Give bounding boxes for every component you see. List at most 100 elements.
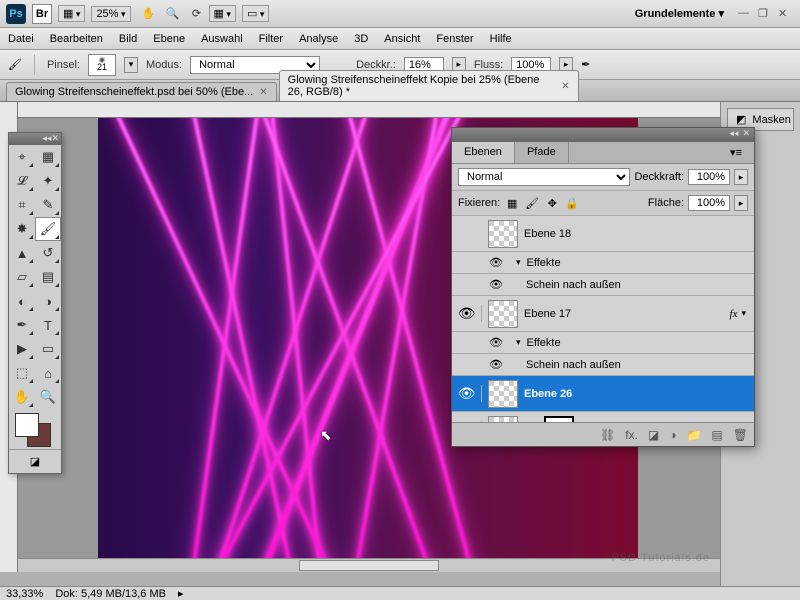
layer-row[interactable]: Ebene 18 bbox=[452, 216, 754, 252]
crop-tool[interactable]: ⌗ bbox=[9, 193, 35, 217]
link-layers-icon[interactable]: ⛓ bbox=[600, 428, 615, 442]
layer-group-icon[interactable]: 📁 bbox=[686, 428, 701, 442]
close-icon[interactable]: ✕ bbox=[259, 87, 267, 98]
menu-3d[interactable]: 3D bbox=[354, 33, 368, 45]
fill-input[interactable] bbox=[688, 195, 730, 211]
pen-tool[interactable]: ✒ bbox=[9, 313, 35, 337]
view-extras-dropdown[interactable]: ▦ bbox=[58, 5, 85, 22]
foreground-color-swatch[interactable] bbox=[15, 413, 39, 437]
menu-help[interactable]: Hilfe bbox=[490, 33, 512, 45]
bridge-icon[interactable]: Br bbox=[32, 4, 52, 24]
menu-select[interactable]: Auswahl bbox=[201, 33, 243, 45]
menu-layer[interactable]: Ebene bbox=[153, 33, 185, 45]
zoom-tool[interactable]: 🔍 bbox=[35, 385, 61, 409]
layer-blend-mode-select[interactable]: Normal bbox=[458, 168, 630, 186]
eraser-tool[interactable]: ▱ bbox=[9, 265, 35, 289]
fx-disclosure-icon[interactable]: ▾ bbox=[741, 308, 746, 319]
menu-analysis[interactable]: Analyse bbox=[299, 33, 338, 45]
layer-opacity-arrow[interactable]: ▸ bbox=[734, 169, 748, 185]
minimize-button[interactable]: — bbox=[738, 7, 754, 21]
delete-layer-icon[interactable]: 🗑 bbox=[733, 428, 748, 442]
move-tool[interactable]: ⌖ bbox=[9, 145, 35, 169]
layers-tab[interactable]: Ebenen bbox=[452, 142, 515, 163]
layer-name[interactable]: Ebene 18 bbox=[524, 228, 754, 240]
visibility-icon[interactable]: 👁 bbox=[482, 256, 510, 269]
lock-transparent-icon[interactable]: ▦ bbox=[504, 197, 520, 210]
lasso-tool[interactable]: 𝓛 bbox=[9, 169, 35, 193]
lock-pixels-icon[interactable]: 🖌 bbox=[524, 197, 540, 210]
visibility-icon[interactable]: 👁 bbox=[452, 305, 482, 322]
gradient-tool[interactable]: ▤ bbox=[35, 265, 61, 289]
visibility-icon[interactable]: 👁 bbox=[482, 358, 510, 371]
airbrush-icon[interactable]: ✒ bbox=[581, 58, 590, 71]
new-layer-icon[interactable]: ▤ bbox=[711, 428, 722, 442]
document-tab-1[interactable]: Glowing Streifenscheineffekt.psd bei 50%… bbox=[6, 82, 277, 101]
lock-position-icon[interactable]: ✥ bbox=[544, 197, 560, 210]
path-select-tool[interactable]: ▶ bbox=[9, 337, 35, 361]
layer-thumbnail[interactable] bbox=[488, 380, 518, 408]
visibility-icon[interactable]: 👁 bbox=[482, 336, 510, 349]
layer-row[interactable]: 👁 Ebene 26 bbox=[452, 376, 754, 412]
fill-arrow[interactable]: ▸ bbox=[734, 195, 748, 211]
blur-tool[interactable]: ◐ bbox=[9, 289, 35, 313]
close-button[interactable]: ✕ bbox=[778, 7, 794, 21]
toolbox-collapse-icon[interactable]: ◂◂ bbox=[42, 133, 51, 145]
layer-mask-icon[interactable]: ◪ bbox=[648, 428, 659, 442]
quick-mask-toggle[interactable]: ◪ bbox=[9, 449, 61, 473]
screenmode-dropdown[interactable]: ▭ bbox=[242, 5, 269, 22]
toolbox-close-icon[interactable]: ✕ bbox=[51, 133, 59, 145]
layer-thumbnail[interactable] bbox=[488, 300, 518, 328]
brush-preset-picker[interactable]: 21 bbox=[88, 54, 116, 76]
panel-menu-icon[interactable]: ▾≡ bbox=[718, 142, 754, 163]
shape-tool[interactable]: ▭ bbox=[35, 337, 61, 361]
restore-button[interactable]: ❐ bbox=[758, 7, 774, 21]
fx-badge[interactable]: fx bbox=[730, 308, 738, 320]
zoom-icon[interactable]: 🔍 bbox=[164, 5, 182, 23]
effects-group[interactable]: 👁 ▾ Effekte bbox=[452, 252, 754, 274]
menu-edit[interactable]: Bearbeiten bbox=[50, 33, 103, 45]
layer-thumbnail[interactable] bbox=[488, 220, 518, 248]
brush-tool[interactable]: 🖌 bbox=[35, 217, 61, 241]
close-icon[interactable]: ✕ bbox=[561, 81, 569, 92]
panel-collapse-icon[interactable]: ◂◂ bbox=[729, 128, 738, 142]
3d-camera-tool[interactable]: ⌂ bbox=[35, 361, 61, 385]
eyedropper-tool[interactable]: ✎ bbox=[35, 193, 61, 217]
layer-list[interactable]: Ebene 18 👁 ▾ Effekte 👁 Schein nach außen… bbox=[452, 216, 754, 422]
type-tool[interactable]: T bbox=[35, 313, 61, 337]
menu-window[interactable]: Fenster bbox=[436, 33, 473, 45]
stamp-tool[interactable]: ▲ bbox=[9, 241, 35, 265]
arrange-dropdown[interactable]: ▦ bbox=[209, 5, 236, 22]
hand-icon[interactable]: ✋ bbox=[140, 5, 158, 23]
dodge-tool[interactable]: ◑ bbox=[35, 289, 61, 313]
menu-view[interactable]: Ansicht bbox=[384, 33, 420, 45]
status-arrow-icon[interactable]: ▸ bbox=[178, 587, 184, 600]
status-doc-size[interactable]: Dok: 5,49 MB/13,6 MB bbox=[55, 588, 166, 600]
panel-close-icon[interactable]: ✕ bbox=[742, 128, 750, 142]
paths-tab[interactable]: Pfade bbox=[515, 142, 569, 163]
lock-all-icon[interactable]: 🔒 bbox=[564, 197, 580, 210]
effects-group[interactable]: 👁 ▾ Effekte bbox=[452, 332, 754, 354]
document-tab-2[interactable]: Glowing Streifenscheineffekt Kopie bei 2… bbox=[279, 70, 579, 101]
3d-tool[interactable]: ⬚ bbox=[9, 361, 35, 385]
marquee-tool[interactable]: ▦ bbox=[35, 145, 61, 169]
zoom-dropdown[interactable]: 25% bbox=[91, 6, 130, 22]
menu-filter[interactable]: Filter bbox=[259, 33, 283, 45]
menu-file[interactable]: Datei bbox=[8, 33, 34, 45]
effect-item[interactable]: 👁 Schein nach außen bbox=[452, 274, 754, 296]
workspace-switcher[interactable]: Grundelemente ▾ bbox=[625, 7, 734, 20]
visibility-icon[interactable]: 👁 bbox=[482, 278, 510, 291]
hand-tool[interactable]: ✋ bbox=[9, 385, 35, 409]
adjustment-layer-icon[interactable]: ◑ bbox=[669, 428, 676, 442]
layer-name[interactable]: Ebene 17 bbox=[524, 308, 730, 320]
layer-style-icon[interactable]: fx. bbox=[625, 428, 638, 442]
quick-select-tool[interactable]: ✦ bbox=[35, 169, 61, 193]
layer-row[interactable]: 👁 Ebene 17 fx ▾ bbox=[452, 296, 754, 332]
healing-tool[interactable]: ✸ bbox=[9, 217, 35, 241]
effect-item[interactable]: 👁 Schein nach außen bbox=[452, 354, 754, 376]
visibility-icon[interactable]: 👁 bbox=[452, 385, 482, 402]
history-brush-tool[interactable]: ↺ bbox=[35, 241, 61, 265]
menu-image[interactable]: Bild bbox=[119, 33, 137, 45]
mask-thumbnail[interactable] bbox=[544, 416, 574, 423]
layer-name[interactable]: Ebene 26 bbox=[524, 388, 754, 400]
layer-row[interactable]: 👁 ⛓ Ebene 20 Kopie 2 fx ▾ bbox=[452, 412, 754, 422]
